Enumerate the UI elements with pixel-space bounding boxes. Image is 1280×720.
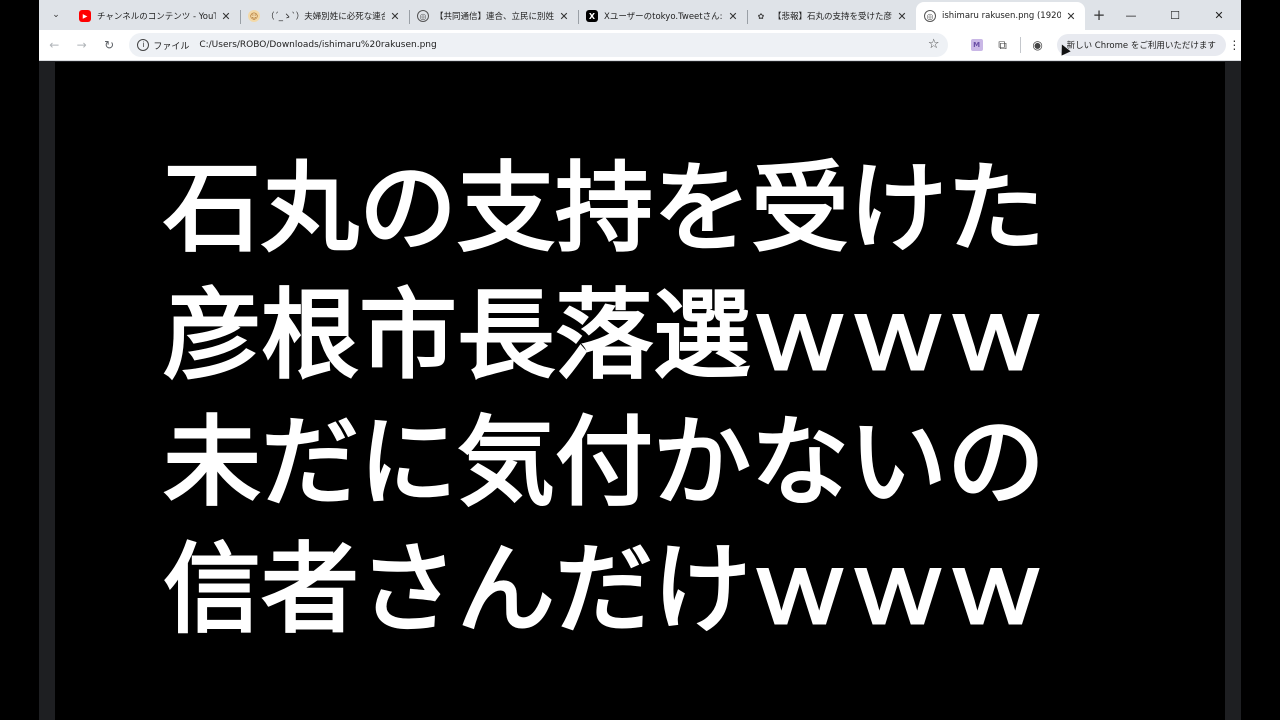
profile-icon: ◉ bbox=[1032, 38, 1043, 52]
info-icon[interactable]: i bbox=[137, 39, 150, 51]
tab-title: （´_ゝ`）夫婦別姓に必死な連合 bbox=[266, 12, 385, 22]
window-controls: — ☐ ✕ bbox=[1109, 0, 1241, 30]
x-icon: X bbox=[586, 10, 598, 22]
update-chrome-button[interactable]: 新しい Chrome をご利用いただけます bbox=[1056, 34, 1226, 56]
tab-kyodo[interactable]: ◎ 【共同通信】連合、立民に別姓の早 ✕ bbox=[409, 2, 578, 30]
arrow-left-icon: ← bbox=[49, 38, 60, 52]
close-icon[interactable]: ✕ bbox=[389, 10, 401, 23]
headline-line-3: 未だに気付かないの bbox=[163, 406, 1046, 520]
chevron-down-icon: ⌄ bbox=[52, 10, 60, 20]
minimize-icon: — bbox=[1125, 8, 1137, 22]
tab-title: チャンネルのコンテンツ - YouTube S bbox=[97, 12, 216, 22]
extension-m-button[interactable]: M bbox=[964, 32, 990, 58]
profile-button[interactable]: ◉ bbox=[1025, 32, 1051, 58]
close-window-button[interactable]: ✕ bbox=[1197, 0, 1241, 30]
new-tab-button[interactable]: + bbox=[1087, 3, 1111, 27]
close-icon[interactable]: ✕ bbox=[896, 10, 908, 23]
youtube-icon: ▶ bbox=[79, 10, 91, 22]
tab-ishimaru-png[interactable]: ◎ ishimaru rakusen.png (1920×10 ✕ bbox=[916, 2, 1085, 30]
minimize-button[interactable]: — bbox=[1109, 0, 1153, 30]
headline-line-4: 信者さんだけｗｗｗ bbox=[163, 533, 1046, 647]
close-icon[interactable]: ✕ bbox=[558, 10, 570, 23]
plus-icon: + bbox=[1092, 6, 1106, 24]
star-icon[interactable]: ☆ bbox=[928, 37, 940, 52]
close-icon[interactable]: ✕ bbox=[1065, 10, 1077, 23]
close-icon[interactable]: ✕ bbox=[727, 10, 739, 23]
tab-youtube[interactable]: ▶ チャンネルのコンテンツ - YouTube S ✕ bbox=[71, 2, 240, 30]
extension-m-icon: M bbox=[970, 39, 983, 51]
page-viewport: 石丸の支持を受けた 彦根市長落選ｗｗｗ 未だに気付かないの 信者さんだけｗｗｗ bbox=[39, 62, 1241, 720]
puzzle-icon: ⧉ bbox=[998, 37, 1007, 52]
tab-search-button[interactable]: ⌄ bbox=[43, 3, 69, 27]
toolbar-icons: M ⧉ ◉ bbox=[964, 32, 1051, 58]
headline-line-2: 彦根市長落選ｗｗｗ bbox=[163, 279, 1046, 393]
tab-title: 【悲報】石丸の支持を受けた彦根市 bbox=[773, 12, 892, 22]
browser-window: ⌄ ▶ チャンネルのコンテンツ - YouTube S ✕ ☺ （´_ゝ`）夫婦… bbox=[39, 0, 1241, 720]
close-icon[interactable]: ✕ bbox=[220, 10, 232, 23]
url-text: C:/Users/ROBO/Downloads/ishimaru%20rakus… bbox=[199, 40, 437, 50]
address-bar[interactable]: i ファイル C:/Users/ROBO/Downloads/ishimaru%… bbox=[129, 33, 948, 57]
tab-title: ishimaru rakusen.png (1920×10 bbox=[942, 11, 1061, 21]
tab-title: Xユーザーのtokyo.Tweetさん:「夫婦 bbox=[604, 12, 723, 22]
scheme-label: ファイル bbox=[153, 41, 190, 52]
tab-x[interactable]: X Xユーザーのtokyo.Tweetさん:「夫婦 ✕ bbox=[578, 2, 747, 30]
displayed-image: 石丸の支持を受けた 彦根市長落選ｗｗｗ 未だに気付かないの 信者さんだけｗｗｗ bbox=[55, 62, 1225, 720]
image-headline: 石丸の支持を受けた 彦根市長落選ｗｗｗ 未だに気付かないの 信者さんだけｗｗｗ bbox=[163, 146, 1163, 654]
reload-button[interactable]: ↻ bbox=[97, 32, 121, 58]
globe-icon: ◎ bbox=[924, 10, 936, 22]
close-icon: ✕ bbox=[1214, 8, 1224, 22]
reload-icon: ↻ bbox=[104, 38, 115, 52]
menu-icon[interactable]: ⋮ bbox=[1228, 38, 1241, 52]
tab-strip: ⌄ ▶ チャンネルのコンテンツ - YouTube S ✕ ☺ （´_ゝ`）夫婦… bbox=[39, 0, 1241, 30]
toolbar-divider bbox=[1019, 37, 1021, 53]
headline-line-1: 石丸の支持を受けた bbox=[163, 152, 1046, 266]
maximize-button[interactable]: ☐ bbox=[1153, 0, 1197, 30]
cat-icon: ✿ bbox=[757, 11, 765, 21]
maximize-icon: ☐ bbox=[1170, 8, 1180, 22]
tab-title: 【共同通信】連合、立民に別姓の早 bbox=[435, 12, 554, 22]
tab-fufu-bessei[interactable]: ☺ （´_ゝ`）夫婦別姓に必死な連合 ✕ bbox=[240, 2, 409, 30]
arrow-right-icon: → bbox=[76, 38, 87, 52]
back-button[interactable]: ← bbox=[42, 32, 66, 58]
face-icon: ☺ bbox=[248, 10, 260, 22]
extensions-button[interactable]: ⧉ bbox=[990, 32, 1016, 58]
globe-icon: ◎ bbox=[417, 10, 429, 22]
tab-hiho[interactable]: ✿ 【悲報】石丸の支持を受けた彦根市 ✕ bbox=[747, 2, 916, 30]
forward-button[interactable]: → bbox=[69, 32, 93, 58]
